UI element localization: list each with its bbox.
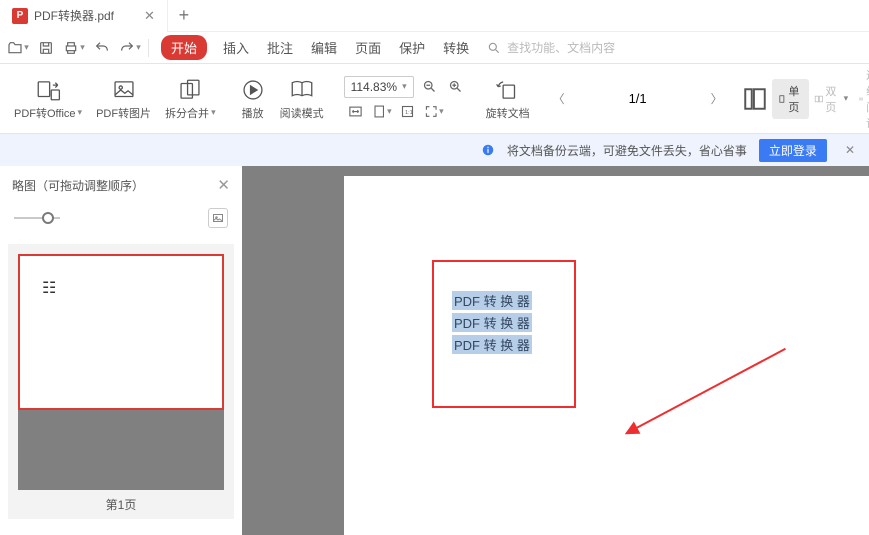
book-icon: [289, 77, 315, 103]
view-single-page[interactable]: 单页: [772, 79, 809, 119]
open-icon[interactable]: ▾: [6, 36, 30, 60]
thumbnails-icon: [742, 86, 768, 112]
thumbnail-size-slider[interactable]: [14, 211, 60, 225]
fullscreen-icon[interactable]: ▾: [424, 102, 444, 122]
document-tab-title: PDF转换器.pdf: [34, 7, 114, 24]
thumbnail-empty-area: [18, 410, 224, 490]
split-merge-icon: [177, 77, 203, 103]
info-icon: [481, 143, 495, 157]
document-tab[interactable]: P PDF转换器.pdf ✕: [0, 0, 168, 32]
login-button[interactable]: 立即登录: [759, 139, 827, 162]
cloud-backup-banner: 将文档备份云端，可避免文件丢失，省心省事 立即登录 ✕: [0, 134, 869, 166]
document-viewport[interactable]: PDF 转 换 器 PDF 转 换 器 PDF 转 换 器: [242, 166, 869, 535]
menu-annotate[interactable]: 批注: [265, 33, 295, 62]
search-input[interactable]: [507, 41, 627, 55]
menu-page[interactable]: 页面: [353, 33, 383, 62]
zoom-dropdown[interactable]: 114.83%▾: [344, 76, 414, 98]
zoom-in-icon[interactable]: [446, 77, 466, 97]
view-continuous[interactable]: 连续阅读: [853, 63, 869, 135]
thumbnails-close-icon[interactable]: ✕: [217, 176, 230, 194]
pdf-to-office-button[interactable]: PDF转Office▾: [8, 73, 88, 125]
rotate-button[interactable]: 旋转文档: [480, 73, 536, 125]
save-icon[interactable]: [34, 36, 58, 60]
pdf-format-icon: P: [12, 8, 28, 24]
thumbnail-content-icon: ☷: [42, 278, 54, 298]
svg-text:1:1: 1:1: [405, 110, 413, 116]
thumbnails-panel-toggle[interactable]: [740, 84, 770, 114]
thumbnails-panel: 略图（可拖动调整顺序） ✕ ☷ 第1页: [0, 166, 242, 535]
fit-width-icon[interactable]: [346, 102, 366, 122]
thumbnail-image-toggle-icon[interactable]: [208, 208, 228, 228]
play-icon: [240, 77, 266, 103]
pdf-to-image-button[interactable]: PDF转图片: [90, 73, 157, 125]
play-button[interactable]: 播放: [234, 73, 272, 125]
undo-icon[interactable]: [90, 36, 114, 60]
read-mode-button[interactable]: 阅读模式: [274, 73, 330, 125]
fit-page-icon[interactable]: ▾: [372, 102, 392, 122]
actual-size-icon[interactable]: 1:1: [398, 102, 418, 122]
selected-text-line[interactable]: PDF 转 换 器: [452, 313, 532, 332]
menu-insert[interactable]: 插入: [221, 33, 251, 62]
menu-edit[interactable]: 编辑: [309, 33, 339, 62]
prev-page-button[interactable]: 〈: [548, 88, 570, 110]
selected-text-line[interactable]: PDF 转 换 器: [452, 335, 532, 354]
selected-text-line[interactable]: PDF 转 换 器: [452, 291, 532, 310]
menu-start[interactable]: 开始: [161, 35, 207, 60]
search-icon: [487, 41, 501, 55]
tab-close-icon[interactable]: ✕: [144, 8, 155, 24]
new-tab-button[interactable]: +: [168, 5, 200, 26]
document-page: [344, 176, 869, 535]
menu-convert[interactable]: 转换: [441, 33, 471, 62]
page-thumbnail-label: 第1页: [18, 490, 224, 519]
split-merge-button[interactable]: 拆分合并▾: [159, 73, 222, 125]
thumbnails-panel-title: 略图（可拖动调整顺序）: [12, 177, 144, 194]
rotate-icon: [495, 77, 521, 103]
redo-icon[interactable]: ▾: [118, 36, 142, 60]
banner-close-icon[interactable]: ✕: [845, 143, 855, 157]
next-page-button[interactable]: 〉: [706, 88, 728, 110]
pdf-to-office-icon: [35, 77, 61, 103]
banner-text: 将文档备份云端，可避免文件丢失，省心省事: [507, 142, 747, 159]
print-icon[interactable]: ▾: [62, 36, 86, 60]
page-thumbnail-1[interactable]: ☷: [18, 254, 224, 410]
page-indicator[interactable]: [578, 87, 698, 111]
menu-protect[interactable]: 保护: [397, 33, 427, 62]
zoom-out-icon[interactable]: [420, 77, 440, 97]
view-double-page[interactable]: 双页▾: [809, 79, 854, 119]
pdf-to-image-icon: [111, 77, 137, 103]
search-box[interactable]: [487, 41, 627, 55]
